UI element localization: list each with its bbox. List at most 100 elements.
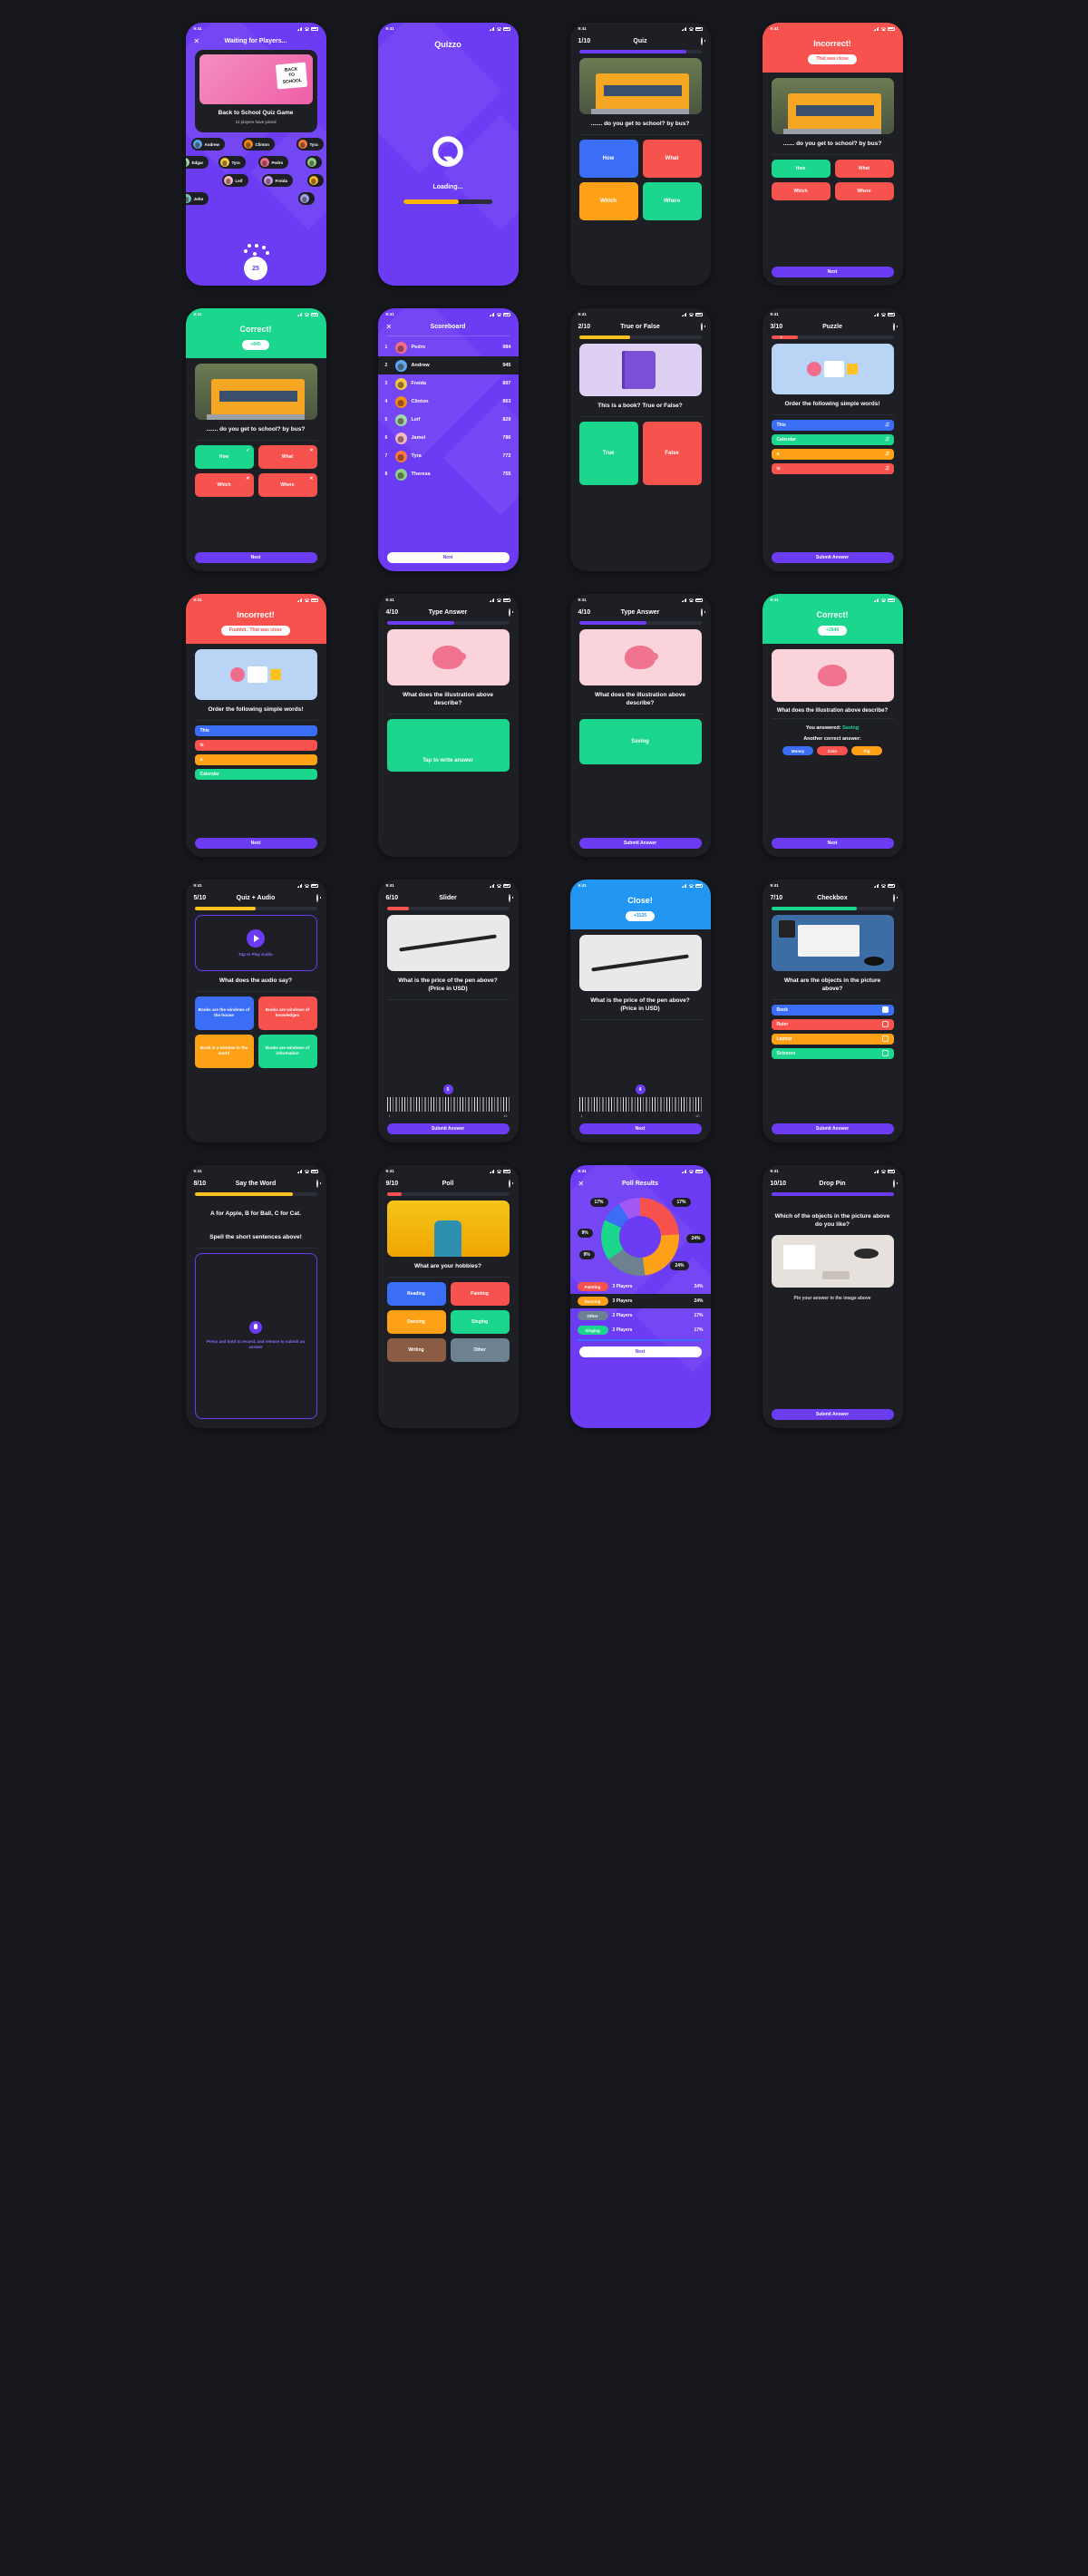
answer-option[interactable]: Books are windows of information (257, 1034, 317, 1068)
list-item[interactable]: John (185, 192, 209, 205)
table-row[interactable]: 4 Clinton 863 (378, 393, 519, 411)
list-item[interactable]: Freida (261, 174, 294, 187)
microphone-icon[interactable] (249, 1320, 262, 1334)
close-icon[interactable]: ✕ (194, 37, 200, 45)
answer-input[interactable]: Tap to write answer (386, 718, 510, 772)
legend-row[interactable]: Dancing 3 Players 24% (569, 1294, 711, 1308)
game-card[interactable]: BACK TO SCHOOL Back to School Quiz Game … (194, 50, 317, 132)
answer-option[interactable]: Book is a window to the world (194, 1034, 254, 1068)
answer-option[interactable]: What (834, 159, 894, 178)
divider (194, 719, 317, 721)
drag-handle-icon[interactable]: ☰ (885, 423, 889, 428)
list-item[interactable] (306, 174, 324, 187)
list-item[interactable]: Clinton (241, 138, 275, 151)
list-item[interactable]: Tyra (296, 138, 324, 151)
close-icon[interactable]: ✕ (578, 1180, 585, 1188)
play-icon[interactable] (247, 929, 265, 948)
table-row[interactable]: 3 Freida 897 (378, 374, 519, 393)
list-item[interactable] (297, 192, 315, 205)
list-item[interactable]: Tyra (218, 156, 246, 169)
answer-option[interactable]: Books are windows of knowledges (257, 996, 317, 1030)
answer-option-true[interactable]: True (578, 421, 638, 485)
submit-button[interactable]: Submit Answer (771, 1409, 894, 1420)
checkbox-option[interactable]: Ruler (771, 1018, 894, 1030)
answer-option[interactable]: Books are the windows of the house (194, 996, 254, 1030)
next-button[interactable]: Next (578, 1123, 702, 1134)
audio-player[interactable]: Tap to Play Audio (194, 915, 317, 971)
submit-button[interactable]: Submit Answer (578, 838, 702, 849)
list-item[interactable]: This ☰ (771, 419, 894, 431)
next-button[interactable]: Next (771, 838, 894, 849)
slider-control[interactable]: 5 1 10 (386, 1084, 510, 1118)
submit-button[interactable]: Submit Answer (771, 552, 894, 563)
list-item[interactable]: a ☰ (771, 448, 894, 460)
legend-row[interactable]: Painting 3 Players 24% (570, 1279, 711, 1294)
next-button[interactable]: Next (194, 838, 317, 849)
table-row[interactable]: 8 Theresa 755 (378, 465, 519, 483)
answer-option[interactable]: Which (771, 181, 831, 200)
table-row[interactable]: 2 Andrew 945 (377, 356, 519, 374)
answer-option[interactable]: How ✓ (194, 444, 254, 469)
screen-scoreboard: 9:41 ✕ Scoreboard 1 Pedro 984 2 Andrew 945 3… (377, 308, 519, 571)
submit-button[interactable]: Submit Answer (386, 1123, 510, 1134)
question-image[interactable] (771, 1234, 894, 1288)
list-item[interactable]: Calendar (194, 768, 317, 780)
answer-option[interactable]: Where (642, 181, 702, 220)
answer-input[interactable]: Saving (578, 718, 702, 764)
next-button[interactable]: Next (578, 1346, 702, 1357)
next-button[interactable]: Next (194, 552, 317, 563)
poll-option[interactable]: Writing (386, 1337, 446, 1362)
poll-option[interactable]: Dancing (386, 1309, 446, 1334)
checkbox-option[interactable]: Scissors (771, 1047, 894, 1059)
record-area[interactable]: Press and hold to record, and release to… (194, 1252, 317, 1419)
answer-option[interactable]: Which (578, 181, 638, 220)
poll-option[interactable]: Painting (450, 1281, 510, 1306)
answer-option[interactable]: Which ✕ (194, 472, 254, 497)
answer-option[interactable]: What (642, 139, 702, 178)
checkbox-option[interactable]: Book (771, 1004, 894, 1016)
checkbox-icon[interactable] (881, 1021, 889, 1028)
list-item[interactable]: a (194, 753, 317, 765)
table-row[interactable]: 7 Tyra 772 (378, 447, 519, 465)
list-item[interactable]: is ☰ (771, 462, 894, 474)
answer-option[interactable]: Where (834, 181, 894, 200)
next-button[interactable]: Next (386, 552, 510, 563)
close-icon[interactable]: ✕ (386, 323, 393, 331)
table-row[interactable]: 1 Pedro 984 (378, 338, 519, 356)
alternative-chip[interactable]: Pig (851, 746, 882, 756)
drag-handle-icon[interactable]: ☰ (885, 452, 889, 457)
next-button[interactable]: Next (771, 267, 894, 277)
poll-option[interactable]: Singing (450, 1309, 510, 1334)
checkbox-icon[interactable] (881, 1050, 889, 1057)
slider-knob[interactable]: 5 (442, 1084, 453, 1094)
drag-handle-icon[interactable]: ☰ (885, 437, 889, 442)
checkbox-option[interactable]: Laptop (771, 1033, 894, 1045)
list-item[interactable]: Edgar (185, 156, 209, 169)
check-icon[interactable] (881, 1006, 889, 1014)
poll-option[interactable]: Reading (386, 1281, 446, 1306)
alternative-chip[interactable]: Money (782, 746, 813, 756)
list-item[interactable]: This (194, 724, 317, 736)
table-row[interactable]: 5 Leif 829 (378, 411, 519, 429)
checkbox-icon[interactable] (881, 1035, 889, 1043)
answer-option-false[interactable]: False (642, 421, 702, 485)
submit-button[interactable]: Submit Answer (771, 1123, 894, 1134)
answer-option[interactable]: How (771, 159, 831, 178)
table-row[interactable]: 6 Jamel 786 (378, 429, 519, 447)
list-item[interactable]: Pedro (257, 156, 289, 169)
legend-row[interactable]: Singing 2 Players 17% (570, 1323, 711, 1337)
list-item[interactable]: Calendar ☰ (771, 433, 894, 445)
rank: 8 (384, 471, 388, 477)
answer-option[interactable]: How (578, 139, 638, 178)
alternative-chip[interactable]: Coin (817, 746, 848, 756)
drag-handle-icon[interactable]: ☰ (885, 466, 889, 471)
answer-option[interactable]: What ✕ (257, 444, 317, 469)
header: 2/10 True or False (570, 320, 711, 335)
answer-option[interactable]: Where ✕ (257, 472, 317, 497)
list-item[interactable]: Leif (221, 174, 248, 187)
legend-row[interactable]: Other 2 Players 17% (570, 1308, 711, 1323)
poll-option[interactable]: Other (450, 1337, 510, 1362)
list-item[interactable] (305, 156, 322, 169)
list-item[interactable]: Andrew (190, 138, 226, 151)
list-item[interactable]: is (194, 739, 317, 751)
